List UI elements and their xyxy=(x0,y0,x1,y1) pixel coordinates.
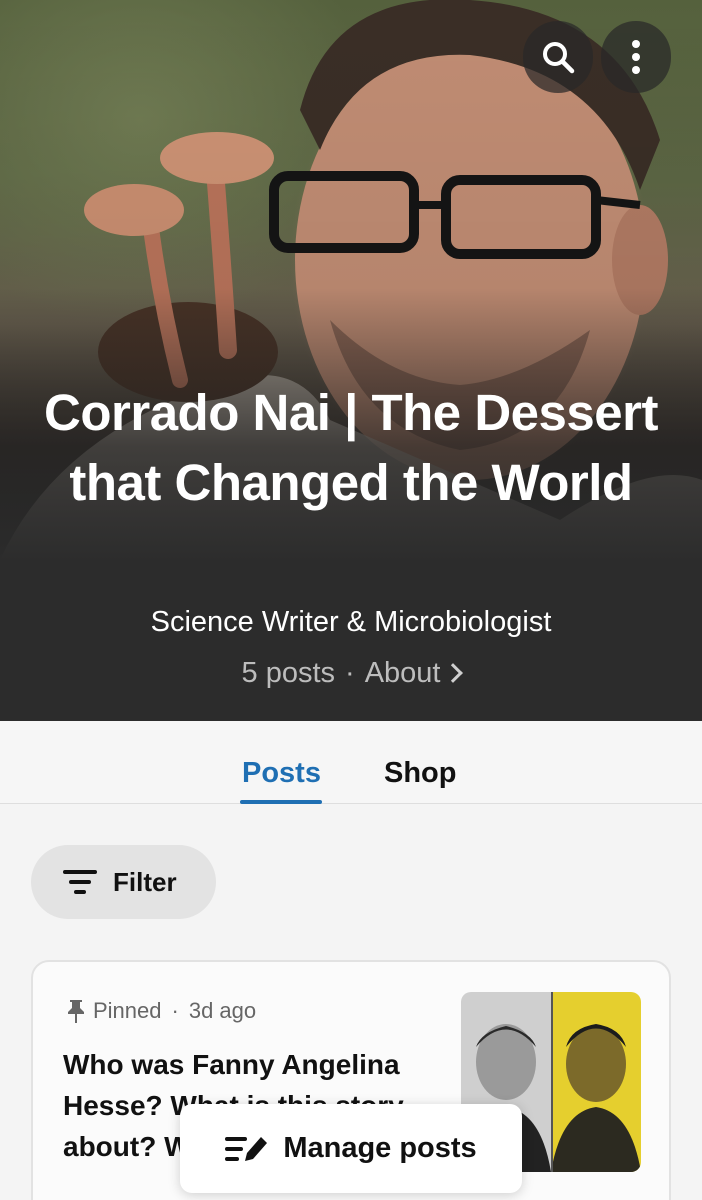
about-label: About xyxy=(364,657,441,689)
chevron-right-icon xyxy=(443,663,464,683)
edit-list-icon xyxy=(225,1136,268,1161)
filter-icon xyxy=(63,870,97,894)
search-icon xyxy=(543,42,575,74)
post-age: 3d ago xyxy=(188,998,257,1023)
manage-posts-label: Manage posts xyxy=(283,1132,477,1164)
profile-hero: Corrado Nai | The Dessert that Changed t… xyxy=(0,0,702,721)
pin-icon xyxy=(68,1000,84,1023)
pinned-label: Pinned xyxy=(93,998,162,1023)
more-options-button[interactable] xyxy=(601,21,671,93)
manage-posts-button[interactable]: Manage posts xyxy=(180,1104,522,1193)
about-link[interactable]: About xyxy=(364,653,464,693)
profile-tabs: Posts Shop xyxy=(0,721,702,804)
tab-posts[interactable]: Posts xyxy=(242,753,321,793)
search-button[interactable] xyxy=(523,21,593,93)
post-meta-separator: · xyxy=(171,998,179,1023)
posts-count: 5 posts xyxy=(241,657,336,689)
more-vertical-icon xyxy=(632,40,640,74)
tab-shop[interactable]: Shop xyxy=(384,753,457,793)
post-meta: Pinned · 3d ago xyxy=(65,998,256,1024)
profile-meta: 5 posts · About xyxy=(0,653,702,693)
profile-subtitle: Science Writer & Microbiologist xyxy=(150,606,552,638)
filter-label: Filter xyxy=(113,866,177,897)
active-tab-indicator xyxy=(240,800,322,804)
filter-button[interactable]: Filter xyxy=(31,845,216,919)
meta-separator: · xyxy=(345,657,355,689)
profile-title: Corrado Nai | The Dessert that Changed t… xyxy=(44,384,658,511)
